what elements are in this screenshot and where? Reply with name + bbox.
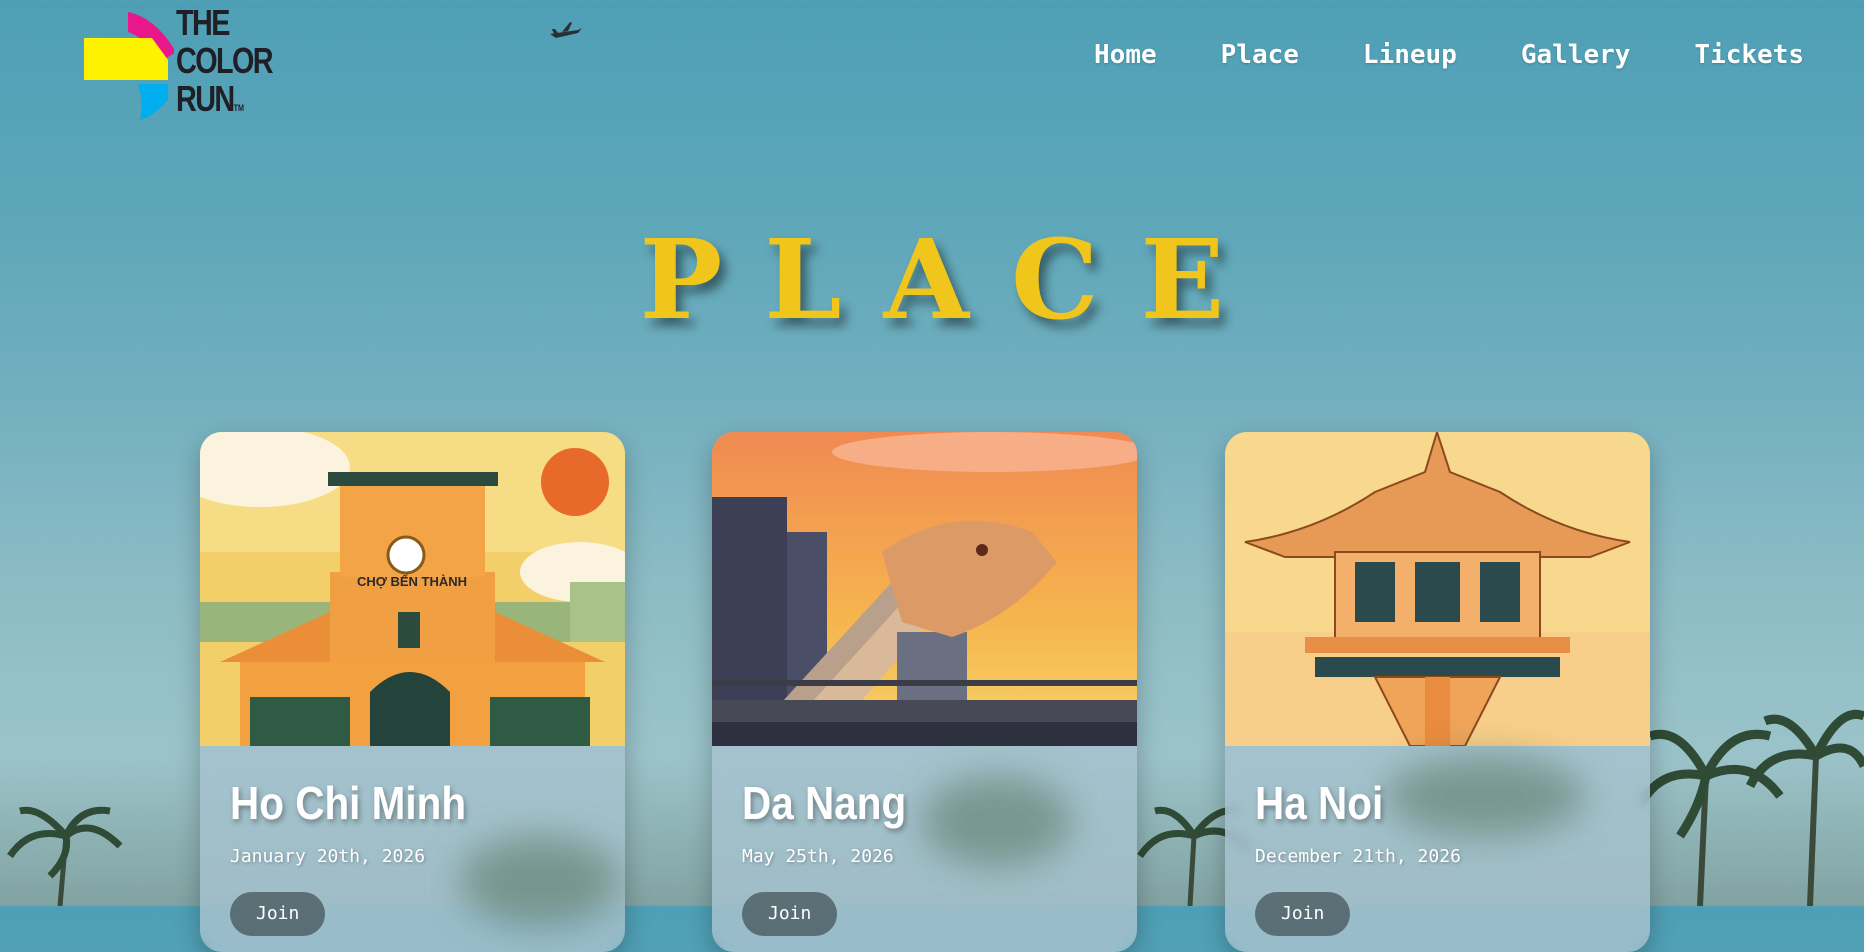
card-body: Ho Chi Minh January 20th, 2026 Join bbox=[200, 746, 625, 952]
logo-wordmark: THE COLOR RUNTM bbox=[176, 2, 274, 119]
nav-home-link[interactable]: Home bbox=[1094, 40, 1157, 70]
color-run-logo-mark bbox=[84, 12, 174, 120]
join-button[interactable]: Join bbox=[742, 892, 838, 936]
main-nav: Home Place Lineup Gallery Tickets bbox=[1030, 40, 1804, 70]
card-date: May 25th, 2026 bbox=[742, 846, 894, 867]
nav-place-link[interactable]: Place bbox=[1221, 40, 1299, 70]
one-pillar-pagoda-image bbox=[1225, 432, 1650, 746]
card-body: Ha Noi December 21th, 2026 Join bbox=[1225, 746, 1650, 952]
place-card-ho-chi-minh: CHỢ BẾN THÀNH Ho Chi Minh January 20th, … bbox=[200, 432, 625, 952]
card-title: Da Nang bbox=[742, 777, 907, 829]
nav-tickets-link[interactable]: Tickets bbox=[1694, 40, 1804, 70]
place-card-da-nang: Da Nang May 25th, 2026 Join bbox=[712, 432, 1137, 952]
palm-trees-right bbox=[1640, 710, 1864, 906]
nav-lineup-link[interactable]: Lineup bbox=[1363, 40, 1457, 70]
section-title: PLACE bbox=[639, 215, 1267, 344]
card-title: Ho Chi Minh bbox=[230, 777, 467, 829]
card-title: Ha Noi bbox=[1255, 777, 1384, 829]
dragon-bridge-image bbox=[712, 432, 1137, 746]
card-date: December 21th, 2026 bbox=[1255, 846, 1461, 867]
color-run-logo[interactable]: THE COLOR RUNTM bbox=[84, 4, 284, 122]
join-button[interactable]: Join bbox=[1255, 892, 1351, 936]
ben-thanh-market-image: CHỢ BẾN THÀNH bbox=[200, 432, 625, 746]
card-date: January 20th, 2026 bbox=[230, 846, 426, 867]
place-card-ha-noi: Ha Noi December 21th, 2026 Join bbox=[1225, 432, 1650, 952]
market-sign-text: CHỢ BẾN THÀNH bbox=[357, 574, 467, 589]
join-button[interactable]: Join bbox=[230, 892, 326, 936]
airplane-icon bbox=[550, 22, 582, 38]
nav-gallery-link[interactable]: Gallery bbox=[1521, 40, 1631, 70]
palm-trees-left bbox=[7, 806, 123, 906]
card-body: Da Nang May 25th, 2026 Join bbox=[712, 746, 1137, 952]
